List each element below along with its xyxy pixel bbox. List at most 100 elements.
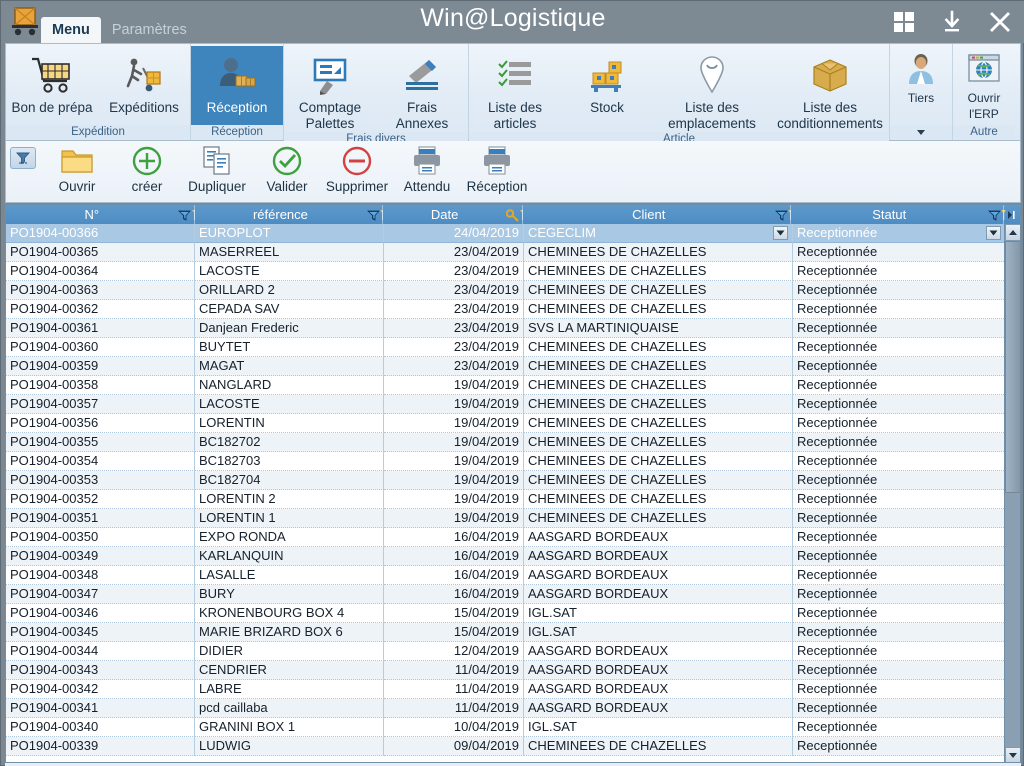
table-cell-num[interactable]: PO1904-00350: [6, 528, 195, 547]
table-cell-date[interactable]: 24/04/2019: [384, 224, 524, 243]
table-cell-date[interactable]: 11/04/2019: [384, 680, 524, 699]
command-button-reception[interactable]: Réception: [462, 141, 532, 199]
table-cell-ref[interactable]: LABRE: [195, 680, 384, 699]
ribbon-button-reception[interactable]: Réception: [191, 46, 283, 125]
table-cell-num[interactable]: PO1904-00360: [6, 338, 195, 357]
table-cell-statut[interactable]: Receptionnée: [793, 224, 1006, 243]
table-cell-ref[interactable]: Danjean Frederic: [195, 319, 384, 338]
table-cell-ref[interactable]: CEPADA SAV: [195, 300, 384, 319]
table-cell-client[interactable]: AASGARD BORDEAUX: [524, 566, 793, 585]
table-cell-statut[interactable]: Receptionnée: [793, 661, 1006, 680]
table-cell-date[interactable]: 11/04/2019: [384, 699, 524, 718]
table-cell-client[interactable]: IGL.SAT: [524, 604, 793, 623]
table-cell-num[interactable]: PO1904-00354: [6, 452, 195, 471]
filter-funnel-icon[interactable]: [178, 208, 192, 222]
table-cell-ref[interactable]: pcd caillaba: [195, 699, 384, 718]
table-row[interactable]: PO1904-00345 MARIE BRIZARD BOX 6 15/04/201…: [6, 623, 1020, 642]
table-cell-date[interactable]: 19/04/2019: [384, 490, 524, 509]
table-cell-date[interactable]: 19/04/2019: [384, 509, 524, 528]
table-row[interactable]: PO1904-00343 CENDRIER 11/04/2019 AASGARD BO…: [6, 661, 1020, 680]
filter-funnel-icon[interactable]: [366, 208, 380, 222]
column-resize-grip[interactable]: [1000, 206, 1007, 220]
table-cell-num[interactable]: PO1904-00340: [6, 718, 195, 737]
table-cell-statut[interactable]: Receptionnée: [793, 262, 1006, 281]
table-cell-client[interactable]: CHEMINEES DE CHAZELLES: [524, 509, 793, 528]
table-row[interactable]: PO1904-00354 BC182703 19/04/2019 CHEMINEES …: [6, 452, 1020, 471]
table-cell-num[interactable]: PO1904-00339: [6, 737, 195, 756]
table-row[interactable]: PO1904-00344 DIDIER 12/04/2019 AASGARD BORD…: [6, 642, 1020, 661]
table-cell-ref[interactable]: LORENTIN 1: [195, 509, 384, 528]
table-cell-statut[interactable]: Receptionnée: [793, 376, 1006, 395]
ribbon-button-liste-des-emplacements[interactable]: Liste des emplacements: [653, 46, 771, 132]
table-row[interactable]: PO1904-00361 Danjean Frederic 23/04/2019 SV…: [6, 319, 1020, 338]
ribbon-button-comptage-palettes[interactable]: Comptage Palettes: [284, 46, 376, 132]
table-cell-date[interactable]: 19/04/2019: [384, 433, 524, 452]
table-cell-statut[interactable]: Receptionnée: [793, 243, 1006, 262]
table-row[interactable]: PO1904-00348 LASALLE 16/04/2019 AASGARD BOR…: [6, 566, 1020, 585]
table-cell-statut[interactable]: Receptionnée: [793, 300, 1006, 319]
table-cell-num[interactable]: PO1904-00361: [6, 319, 195, 338]
table-cell-ref[interactable]: KARLANQUIN: [195, 547, 384, 566]
table-cell-statut[interactable]: Receptionnée: [793, 737, 1006, 756]
ribbon-button-frais-annexes[interactable]: Frais Annexes: [376, 46, 468, 132]
table-cell-ref[interactable]: MAGAT: [195, 357, 384, 376]
table-row[interactable]: PO1904-00342 LABRE 11/04/2019 AASGARD BORDE…: [6, 680, 1020, 699]
key-icon[interactable]: [505, 208, 520, 222]
table-cell-statut[interactable]: Receptionnée: [793, 490, 1006, 509]
vertical-scrollbar[interactable]: [1004, 224, 1020, 762]
table-cell-client[interactable]: AASGARD BORDEAUX: [524, 680, 793, 699]
table-cell-client[interactable]: AASGARD BORDEAUX: [524, 661, 793, 680]
command-button-dupliquer[interactable]: Dupliquer: [182, 141, 252, 199]
table-cell-ref[interactable]: GRANINI BOX 1: [195, 718, 384, 737]
command-button-valider[interactable]: Valider: [252, 141, 322, 199]
command-button-creer[interactable]: créer: [112, 141, 182, 199]
ribbon-button-ouvrir-erp[interactable]: Ouvrir l'ERP: [953, 46, 1015, 125]
table-cell-client[interactable]: CEGECLIM: [524, 224, 793, 243]
table-cell-ref[interactable]: BUYTET: [195, 338, 384, 357]
table-cell-statut[interactable]: Receptionnée: [793, 680, 1006, 699]
table-cell-client[interactable]: CHEMINEES DE CHAZELLES: [524, 376, 793, 395]
ribbon-button-liste-des-conditionnements[interactable]: Liste des conditionnements: [771, 46, 889, 132]
table-cell-num[interactable]: PO1904-00353: [6, 471, 195, 490]
table-cell-client[interactable]: CHEMINEES DE CHAZELLES: [524, 737, 793, 756]
table-cell-statut[interactable]: Receptionnée: [793, 357, 1006, 376]
table-cell-date[interactable]: 10/04/2019: [384, 718, 524, 737]
table-row[interactable]: PO1904-00362 CEPADA SAV 23/04/2019 CHEMINEE…: [6, 300, 1020, 319]
command-button-attendu[interactable]: Attendu: [392, 141, 462, 199]
ribbon-button-stock[interactable]: Stock: [561, 46, 653, 132]
table-row[interactable]: PO1904-00357 LACOSTE 19/04/2019 CHEMINEES D…: [6, 395, 1020, 414]
scrollbar-thumb[interactable]: [1005, 241, 1020, 493]
table-cell-num[interactable]: PO1904-00359: [6, 357, 195, 376]
table-cell-date[interactable]: 23/04/2019: [384, 357, 524, 376]
table-cell-client[interactable]: SVS LA MARTINIQUAISE: [524, 319, 793, 338]
table-cell-date[interactable]: 09/04/2019: [384, 737, 524, 756]
table-cell-client[interactable]: CHEMINEES DE CHAZELLES: [524, 262, 793, 281]
table-cell-date[interactable]: 19/04/2019: [384, 376, 524, 395]
tile-windows-icon[interactable]: [887, 5, 921, 39]
table-cell-ref[interactable]: ORILLARD 2: [195, 281, 384, 300]
table-cell-num[interactable]: PO1904-00352: [6, 490, 195, 509]
table-cell-statut[interactable]: Receptionnée: [793, 452, 1006, 471]
table-cell-num[interactable]: PO1904-00342: [6, 680, 195, 699]
table-cell-num[interactable]: PO1904-00364: [6, 262, 195, 281]
table-row[interactable]: PO1904-00340 GRANINI BOX 1 10/04/2019 IGL.S…: [6, 718, 1020, 737]
table-cell-ref[interactable]: BC182704: [195, 471, 384, 490]
table-cell-client[interactable]: IGL.SAT: [524, 718, 793, 737]
scroll-up-button[interactable]: [1005, 224, 1020, 241]
table-cell-client[interactable]: AASGARD BORDEAUX: [524, 642, 793, 661]
table-cell-ref[interactable]: MARIE BRIZARD BOX 6: [195, 623, 384, 642]
ribbon-button-liste-des-articles[interactable]: Liste des articles: [469, 46, 561, 132]
table-row[interactable]: PO1904-00351 LORENTIN 1 19/04/2019 CHEMINEE…: [6, 509, 1020, 528]
table-cell-client[interactable]: CHEMINEES DE CHAZELLES: [524, 357, 793, 376]
table-cell-client[interactable]: AASGARD BORDEAUX: [524, 547, 793, 566]
table-cell-statut[interactable]: Receptionnée: [793, 281, 1006, 300]
table-cell-ref[interactable]: BC182702: [195, 433, 384, 452]
table-cell-client[interactable]: CHEMINEES DE CHAZELLES: [524, 300, 793, 319]
tab-parametres[interactable]: Paramètres: [101, 17, 198, 43]
table-cell-ref[interactable]: LUDWIG: [195, 737, 384, 756]
table-cell-client[interactable]: AASGARD BORDEAUX: [524, 528, 793, 547]
table-row[interactable]: PO1904-00349 KARLANQUIN 16/04/2019 AASGARD …: [6, 547, 1020, 566]
ribbon-button-bon-de-prepa[interactable]: Bon de prépa: [6, 46, 98, 125]
table-row[interactable]: PO1904-00359 MAGAT 23/04/2019 CHEMINEES DE …: [6, 357, 1020, 376]
quick-access-icon[interactable]: [10, 147, 36, 169]
